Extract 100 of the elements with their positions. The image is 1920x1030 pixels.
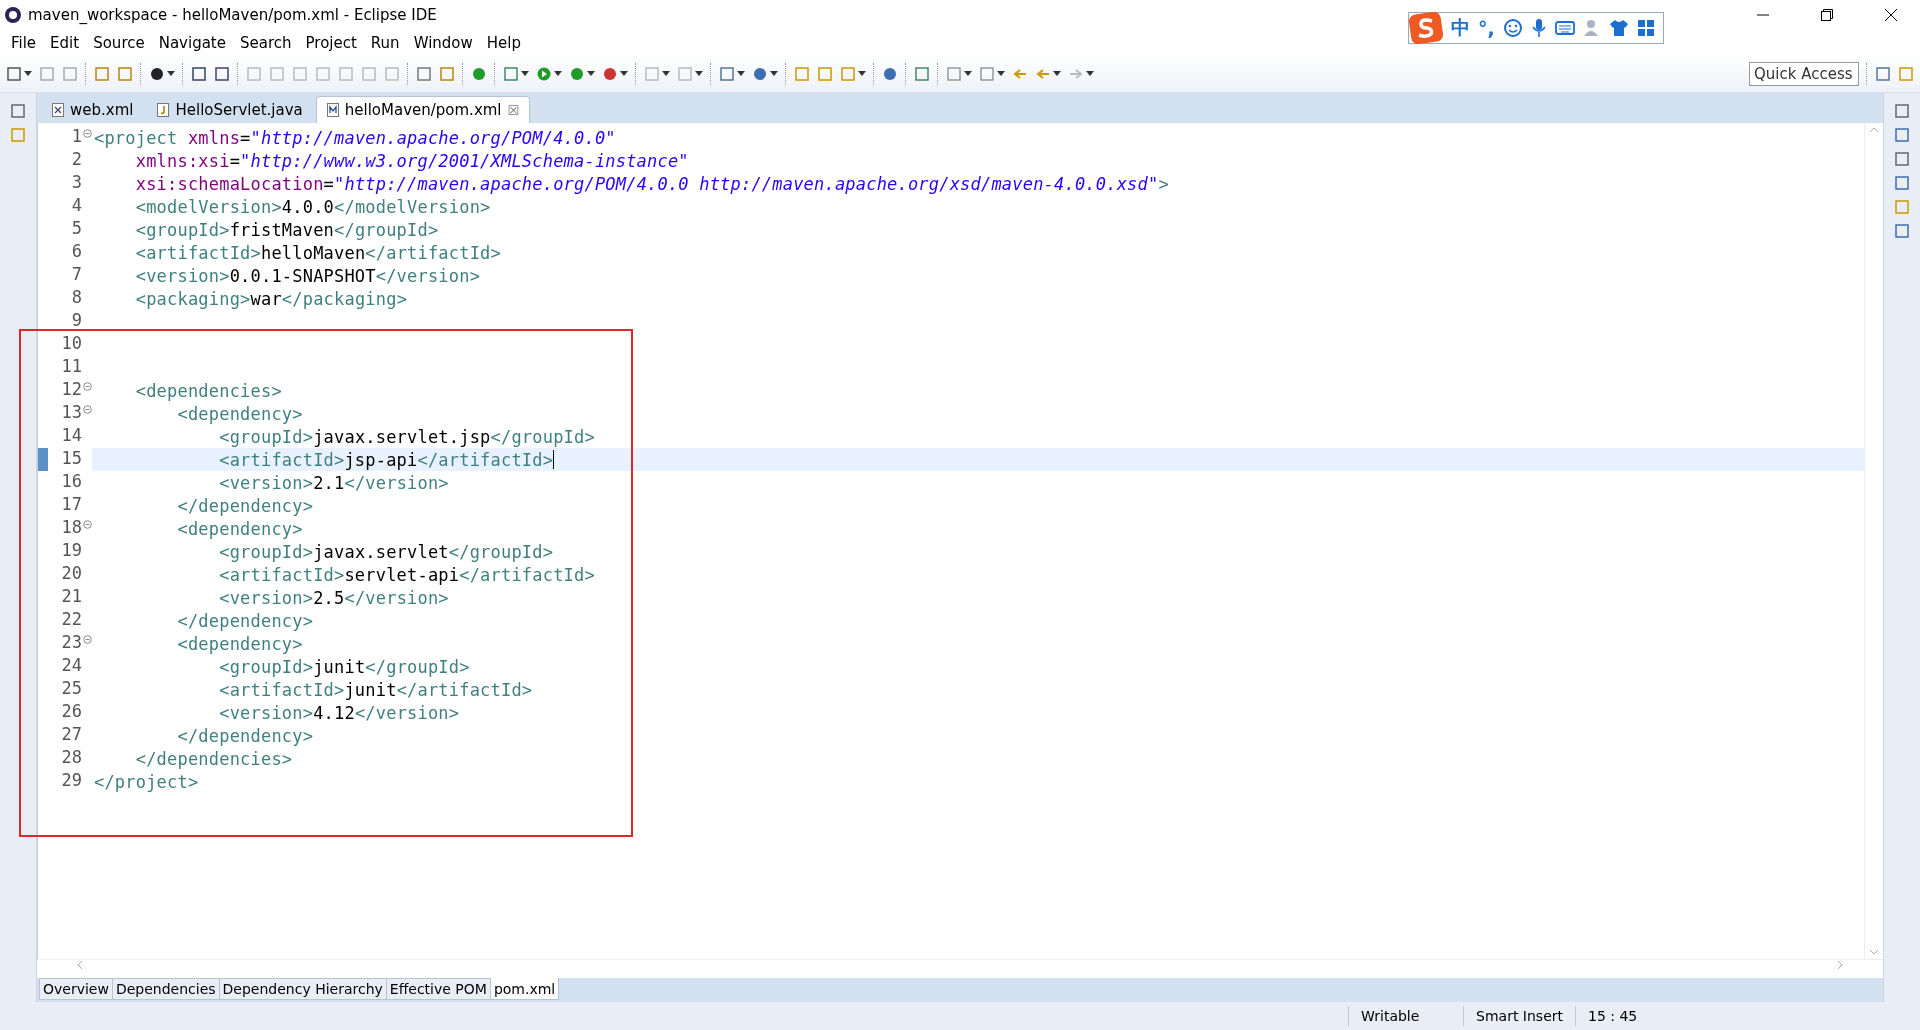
editor-page-tab[interactable]: Effective POM xyxy=(385,978,491,1000)
menu-item[interactable]: Navigate xyxy=(151,34,233,52)
line-number: 16 xyxy=(60,471,83,493)
code-line: </dependency> xyxy=(176,610,314,631)
close-icon xyxy=(1884,8,1898,22)
code-line: <artifactId>jsp-api</artifactId> xyxy=(218,449,554,470)
code-line: <artifactId>servlet-api</artifactId> xyxy=(218,564,595,585)
keyboard-icon[interactable] xyxy=(1554,20,1575,36)
menu-item[interactable]: File xyxy=(4,34,44,52)
line-number: 19 xyxy=(60,540,83,562)
menu-item[interactable]: Window xyxy=(406,34,480,52)
line-number: 20 xyxy=(60,563,83,585)
fold-icon[interactable] xyxy=(83,129,92,138)
line-number: 1 xyxy=(48,126,92,149)
line-number: 8 xyxy=(70,287,83,309)
run-icon[interactable] xyxy=(536,66,562,82)
scroll-left-icon[interactable] xyxy=(77,960,83,970)
menu-item[interactable]: Source xyxy=(86,34,152,52)
line-number: 23 xyxy=(48,632,92,655)
editor-tab[interactable]: web.xml xyxy=(41,96,145,123)
code-line: <groupId>javax.servlet</groupId> xyxy=(218,541,554,562)
line-number: 3 xyxy=(70,172,83,194)
editor-tab[interactable]: helloMaven/pom.xml ☒ xyxy=(315,96,531,123)
fold-icon[interactable] xyxy=(83,405,92,414)
code-line: xmlns:xsi="http://www.w3.org/2001/XMLSchema-instance" xyxy=(134,150,689,171)
back-icon[interactable] xyxy=(1035,66,1061,82)
editor-page-tab[interactable]: pom.xml xyxy=(489,978,560,1000)
tab-label: HelloServlet.java xyxy=(175,101,303,119)
line-number: 28 xyxy=(60,747,83,769)
line-number: 15 xyxy=(60,448,83,470)
line-number: 26 xyxy=(60,701,83,723)
scroll-up-icon[interactable] xyxy=(1869,127,1879,133)
last-edit-icon[interactable] xyxy=(1012,66,1028,82)
line-number: 29 xyxy=(60,770,83,792)
code-line: <groupId>junit</groupId> xyxy=(218,656,470,677)
microphone-icon[interactable] xyxy=(1530,18,1547,38)
ime-indicator[interactable]: °, xyxy=(1478,17,1495,39)
menu-item[interactable]: Help xyxy=(479,34,528,52)
person-icon[interactable] xyxy=(1582,19,1601,37)
line-number: 13 xyxy=(48,402,92,425)
shirt-icon[interactable] xyxy=(1608,19,1629,37)
line-number: 9 xyxy=(70,310,83,332)
line-number: 11 xyxy=(60,356,83,378)
code-line: <project xmlns="http://maven.apache.org/POM/4.0.0" xyxy=(94,127,616,148)
menu-item[interactable]: Search xyxy=(233,34,299,52)
window-title: maven_workspace - helloMaven/pom.xml - Eclipse IDE xyxy=(28,6,438,24)
line-number: 14 xyxy=(60,425,83,447)
code-line: <version>2.1</version> xyxy=(218,472,449,493)
line-number: 5 xyxy=(70,218,83,240)
code-line: </dependencies> xyxy=(134,748,293,769)
code-line: </dependency> xyxy=(176,725,314,746)
line-number: 22 xyxy=(60,609,83,631)
line-number: 21 xyxy=(60,586,83,608)
fold-icon[interactable] xyxy=(83,382,92,391)
maven-file-icon xyxy=(326,103,339,117)
scroll-down-icon[interactable] xyxy=(1869,949,1879,955)
line-number: 25 xyxy=(60,678,83,700)
grid-icon[interactable] xyxy=(1636,19,1655,37)
code-line: <dependency> xyxy=(176,633,303,654)
code-line: <version>2.5</version> xyxy=(218,587,449,608)
menu-item[interactable]: Run xyxy=(363,34,407,52)
tab-label: web.xml xyxy=(70,101,134,119)
editor-page-tab[interactable]: Overview xyxy=(39,978,113,1000)
smiley-icon[interactable] xyxy=(1502,18,1523,38)
editor-page-tab[interactable]: Dependency Hierarchy xyxy=(218,978,387,1000)
editor-page-tab[interactable]: Dependencies xyxy=(111,978,220,1000)
code-line: <groupId>javax.servlet.jsp</groupId> xyxy=(218,426,595,447)
code-line: <dependency> xyxy=(176,518,303,539)
code-line: <version>4.12</version> xyxy=(218,702,460,723)
line-number: 2 xyxy=(70,149,83,171)
line-number: 4 xyxy=(70,195,83,217)
tab-label: helloMaven/pom.xml xyxy=(344,101,502,119)
fold-icon[interactable] xyxy=(83,635,92,644)
code-line: <modelVersion>4.0.0</modelVersion> xyxy=(134,196,491,217)
cursor-position: 15 : 45 xyxy=(1575,1006,1670,1026)
java-file-icon xyxy=(157,103,170,117)
forward-icon[interactable] xyxy=(1068,66,1094,82)
text-cursor xyxy=(553,450,555,469)
line-number: 18 xyxy=(48,517,92,540)
restore-icon xyxy=(1821,9,1833,21)
quick-access-field[interactable]: Quick Access xyxy=(1749,62,1859,86)
line-number: 17 xyxy=(60,494,83,516)
menu-item[interactable]: Project xyxy=(298,34,364,52)
code-line: </project> xyxy=(94,771,199,792)
tab-close-button[interactable]: ☒ xyxy=(507,102,520,118)
editor-tab[interactable]: HelloServlet.java xyxy=(146,96,314,123)
code-line: </dependency> xyxy=(176,495,314,516)
line-number: 24 xyxy=(60,655,83,677)
ime-indicator[interactable]: 中 xyxy=(1451,15,1470,41)
fold-icon[interactable] xyxy=(83,520,92,529)
code-line: <artifactId>helloMaven</artifactId> xyxy=(134,242,501,263)
menu-item[interactable]: Edit xyxy=(43,34,87,52)
line-number: 7 xyxy=(70,264,83,286)
code-line: <dependencies> xyxy=(134,380,282,401)
code-line: <groupId>fristMaven</groupId> xyxy=(134,219,439,240)
code-line: <version>0.0.1-SNAPSHOT</version> xyxy=(134,265,481,286)
code-line: <dependency> xyxy=(176,403,303,424)
scroll-right-icon[interactable] xyxy=(1837,960,1843,970)
status-text: Smart Insert xyxy=(1463,1006,1575,1026)
line-number: 27 xyxy=(60,724,83,746)
